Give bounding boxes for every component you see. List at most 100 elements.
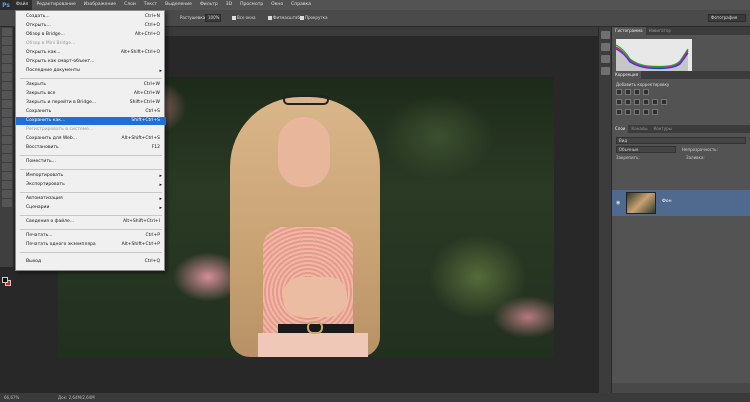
color-balance-icon[interactable] <box>634 99 640 105</box>
gradient-tool-icon[interactable] <box>2 127 12 135</box>
menu-view[interactable]: Просмотр <box>236 0 267 10</box>
menu-item-print[interactable]: Печатать... Ctrl+P <box>16 232 166 240</box>
threshold-icon[interactable] <box>634 109 640 115</box>
menu-edit[interactable]: Редактирование <box>32 0 79 10</box>
vibrance-icon[interactable] <box>616 99 622 105</box>
menu-item-recent[interactable]: Последние документы <box>16 67 166 75</box>
levels-icon[interactable] <box>625 89 631 95</box>
menu-item-import[interactable]: Импортировать <box>16 172 166 180</box>
menu-item-open-smart-object[interactable]: Открыть как смарт-объект... <box>16 58 166 66</box>
workspace-select[interactable]: Фотография <box>708 14 746 22</box>
menu-item-check-in: Регистрировать в системе... <box>26 127 94 132</box>
layer-filter-select[interactable]: Вид <box>616 137 746 144</box>
hand-tool-icon[interactable] <box>2 190 12 198</box>
channel-mixer-icon[interactable] <box>661 99 667 105</box>
tab-adjustments[interactable]: Коррекция <box>612 71 641 79</box>
menu-item-open-as[interactable]: Открыть как... Alt+Shift+Ctrl+O <box>16 49 166 57</box>
history-panel-icon[interactable] <box>601 31 610 39</box>
menu-item-close-all[interactable]: Закрыть все Alt+Ctrl+W <box>16 90 166 98</box>
tab-layers[interactable]: Слои <box>612 125 629 133</box>
properties-panel-icon[interactable] <box>601 43 610 51</box>
foreground-color-swatch[interactable] <box>2 277 8 283</box>
menu-image[interactable]: Изображение <box>80 0 120 10</box>
tab-navigator[interactable]: Навигатор <box>646 27 674 35</box>
photo-sunglasses <box>283 95 329 105</box>
photo-filter-icon[interactable] <box>652 99 658 105</box>
tab-channels[interactable]: Каналы <box>628 125 650 133</box>
menu-file[interactable]: Файл <box>12 0 33 10</box>
eraser-tool-icon[interactable] <box>2 118 12 126</box>
type-tool-icon[interactable] <box>2 163 12 171</box>
exposure-icon[interactable] <box>643 89 649 95</box>
menu-3d[interactable]: 3D <box>222 0 236 10</box>
menu-help[interactable]: Справка <box>287 0 315 10</box>
menu-item-open[interactable]: Открыть... Ctrl+O <box>16 22 166 30</box>
menu-separator <box>20 252 162 253</box>
menu-select[interactable]: Выделение <box>161 0 196 10</box>
menu-separator <box>20 192 162 193</box>
menu-item-save-as[interactable]: Сохранить как... Shift+Ctrl+S <box>16 117 166 125</box>
brush-tool-icon[interactable] <box>2 91 12 99</box>
menu-item-save[interactable]: Сохранить Ctrl+S <box>16 108 166 116</box>
shape-tool-icon[interactable] <box>2 181 12 189</box>
history-brush-tool-icon[interactable] <box>2 109 12 117</box>
menu-item-revert[interactable]: Восстановить F12 <box>16 144 166 152</box>
blend-mode-select[interactable]: Обычные <box>616 146 676 153</box>
option-all-windows[interactable]: Все окна <box>232 15 256 20</box>
menu-item-close[interactable]: Закрыть Ctrl+W <box>16 81 166 89</box>
info-panel-icon[interactable] <box>601 55 610 63</box>
zoom-readout[interactable]: 66,67% <box>4 393 19 402</box>
visibility-eye-icon[interactable]: ◉ <box>616 200 620 206</box>
invert-icon[interactable] <box>616 109 622 115</box>
stamp-tool-icon[interactable] <box>2 100 12 108</box>
menu-type[interactable]: Текст <box>140 0 161 10</box>
menu-item-place[interactable]: Поместить... <box>16 158 166 166</box>
menu-item-save-for-web[interactable]: Сохранить для Web... Alt+Shift+Ctrl+S <box>16 135 166 143</box>
menu-item-browse-bridge[interactable]: Обзор в Bridge... Alt+Ctrl+O <box>16 31 166 39</box>
menu-item-file-info[interactable]: Сведения о файле... Alt+Shift+Ctrl+I <box>16 218 166 226</box>
hue-saturation-icon[interactable] <box>625 99 631 105</box>
menu-item-automate[interactable]: Автоматизация <box>16 195 166 203</box>
kind-label: Вид <box>619 138 628 143</box>
path-select-tool-icon[interactable] <box>2 172 12 180</box>
marquee-tool-icon[interactable] <box>2 37 12 45</box>
menu-separator <box>20 78 162 79</box>
quick-select-tool-icon[interactable] <box>2 55 12 63</box>
tab-paths[interactable]: Контуры <box>650 125 674 133</box>
adjustment-icons-row-1 <box>616 89 706 95</box>
black-white-icon[interactable] <box>643 99 649 105</box>
zoom-tool-icon[interactable] <box>2 199 12 207</box>
posterize-icon[interactable] <box>625 109 631 115</box>
healing-tool-icon[interactable] <box>2 82 12 90</box>
blur-tool-icon[interactable] <box>2 136 12 144</box>
menu-item-close-go-bridge[interactable]: Закрыть и перейти в Bridge... Shift+Ctrl+… <box>16 99 166 107</box>
tab-histogram[interactable]: Гистограмма <box>612 27 646 35</box>
menu-window[interactable]: Окно <box>267 0 287 10</box>
character-panel-icon[interactable] <box>601 67 610 75</box>
menu-item-scripts[interactable]: Сценарии <box>16 204 166 212</box>
option-fit[interactable]: Фитмасштаб <box>268 15 300 20</box>
menu-item-export[interactable]: Экспортировать <box>16 181 166 189</box>
menu-filter[interactable]: Фильтр <box>196 0 222 10</box>
layer-row-background[interactable]: ◉ Фон <box>612 190 750 216</box>
gradient-map-icon[interactable] <box>643 109 649 115</box>
menu-item-new[interactable]: Создать... Ctrl+N <box>16 13 166 21</box>
zoom-field[interactable]: 100% <box>205 14 221 22</box>
photo-belt-buckle <box>307 321 323 334</box>
menu-item-exit[interactable]: Выход Ctrl+Q <box>16 258 166 266</box>
curves-icon[interactable] <box>634 89 640 95</box>
move-tool-icon[interactable] <box>2 28 12 36</box>
pen-tool-icon[interactable] <box>2 154 12 162</box>
photo-hands <box>283 277 347 317</box>
crop-tool-icon[interactable] <box>2 64 12 72</box>
panel-dock <box>598 27 612 393</box>
selective-color-icon[interactable] <box>652 109 658 115</box>
layer-name: Фон <box>662 199 672 204</box>
menu-item-print-one-copy[interactable]: Печатать одного экземпляра Alt+Shift+Ctrl… <box>16 241 166 249</box>
option-scroll[interactable]: Прокрутка <box>300 15 328 20</box>
brightness-icon[interactable] <box>616 89 622 95</box>
dodge-tool-icon[interactable] <box>2 145 12 153</box>
eyedropper-tool-icon[interactable] <box>2 73 12 81</box>
menu-layers[interactable]: Слои <box>120 0 140 10</box>
lasso-tool-icon[interactable] <box>2 46 12 54</box>
